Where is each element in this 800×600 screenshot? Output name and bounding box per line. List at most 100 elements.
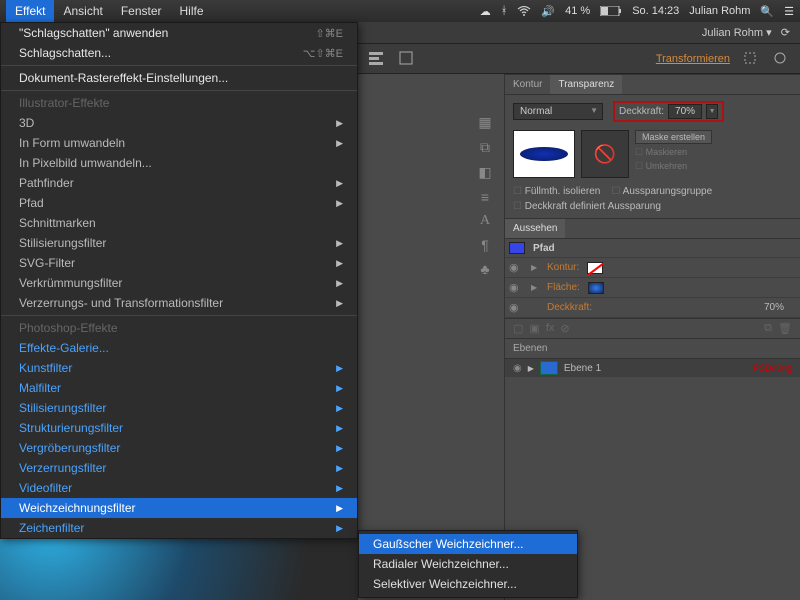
menu-artistic[interactable]: Kunstfilter	[1, 358, 357, 378]
doc-user[interactable]: Julian Rohm	[702, 27, 763, 39]
menu-hilfe[interactable]: Hilfe	[171, 0, 213, 22]
isolate-icon[interactable]	[742, 50, 760, 68]
blend-mode-select[interactable]: Normal	[513, 103, 603, 120]
radial-blur[interactable]: Radialer Weichzeichner...	[359, 554, 577, 574]
clock[interactable]: So. 14:23	[632, 5, 679, 17]
clip-checkbox[interactable]: Maskieren	[635, 147, 712, 158]
menu-effect-gallery-label: Effekte-Galerie...	[19, 341, 109, 355]
sync-icon[interactable]: ⟳	[781, 27, 790, 39]
gaussian-blur[interactable]: Gaußscher Weichzeichner...	[359, 534, 577, 554]
isolate-blend-checkbox[interactable]: Füllmth. isolieren	[513, 186, 600, 197]
appearance-fill-row[interactable]: ◉ ▶ Fläche:	[505, 278, 800, 298]
tab-appearance[interactable]: Aussehen	[505, 219, 565, 238]
raster-settings[interactable]: Dokument-Rastereffekt-Einstellungen...	[1, 68, 357, 88]
add-stroke-icon[interactable]: ▢	[513, 322, 523, 335]
menu-stylize-ps[interactable]: Stilisierungsfilter	[1, 398, 357, 418]
stroke-swatch[interactable]	[587, 262, 603, 274]
palette-icon-type[interactable]: A	[474, 213, 496, 229]
menu-warp[interactable]: Verkrümmungsfilter	[1, 273, 357, 293]
battery-icon[interactable]	[600, 6, 622, 16]
disclosure-icon[interactable]: ▶	[531, 263, 539, 272]
visibility-toggle-icon[interactable]: ◉	[509, 281, 523, 294]
layer-row[interactable]: ◉ ▶ Ebene 1 PSD/King	[505, 358, 800, 377]
visibility-toggle-icon[interactable]: ◉	[509, 301, 523, 314]
menu-stylize-ai[interactable]: Stilisierungsfilter	[1, 233, 357, 253]
opacity-dropdown-icon[interactable]: ▼	[706, 104, 718, 119]
menu-texture[interactable]: Strukturierungsfilter	[1, 418, 357, 438]
layer-visibility-icon[interactable]: ◉	[513, 363, 522, 374]
menu-cropmarks[interactable]: Schnittmarken	[1, 213, 357, 233]
palette-icon-4[interactable]: ≡	[474, 189, 496, 205]
appearance-stroke-row[interactable]: ◉ ▶ Kontur:	[505, 258, 800, 278]
menu-video[interactable]: Videofilter	[1, 478, 357, 498]
shape-icon[interactable]	[398, 50, 416, 68]
make-mask-button[interactable]: Maske erstellen	[635, 130, 712, 144]
raster-settings-label: Dokument-Rastereffekt-Einstellungen...	[19, 71, 228, 85]
last-effect[interactable]: Schlagschatten... ⌥⇧⌘E	[1, 43, 357, 63]
appearance-opacity-value: 70%	[764, 302, 796, 313]
opacity-input[interactable]: 70%	[668, 104, 702, 119]
menu-convert-shape-label: In Form umwandeln	[19, 136, 125, 150]
add-fill-icon[interactable]: ▣	[529, 322, 539, 335]
menu-ansicht[interactable]: Ansicht	[54, 0, 111, 22]
menu-3d[interactable]: 3D	[1, 113, 357, 133]
transform-link[interactable]: Transformieren	[656, 53, 730, 65]
layer-disclosure-icon[interactable]: ▶	[528, 364, 534, 373]
apply-last-effect[interactable]: "Schlagschatten" anwenden ⇧⌘E	[1, 23, 357, 43]
menu-cropmarks-label: Schnittmarken	[19, 216, 96, 230]
menu-pathfinder[interactable]: Pathfinder	[1, 173, 357, 193]
selective-blur[interactable]: Selektiver Weichzeichner...	[359, 574, 577, 594]
menu-distort-ps[interactable]: Verzerrungsfilter	[1, 458, 357, 478]
menu-fenster[interactable]: Fenster	[112, 0, 171, 22]
palette-icon-3[interactable]: ◧	[474, 164, 496, 181]
duplicate-icon[interactable]: ⧉	[764, 322, 772, 335]
menu-sketch[interactable]: Zeichenfilter	[1, 518, 357, 538]
opacity-define-checkbox[interactable]: Deckkraft definiert Aussparung	[513, 201, 661, 212]
apply-last-label: "Schlagschatten" anwenden	[19, 26, 168, 40]
menu-pixelate[interactable]: Vergröberungsfilter	[1, 438, 357, 458]
tab-stroke[interactable]: Kontur	[505, 75, 550, 94]
bluetooth-icon[interactable]: ᚼ	[501, 5, 508, 17]
palette-icon-symbols[interactable]: ♣	[474, 261, 496, 277]
menu-distort-label: Verzerrungs- und Transformationsfilter	[19, 296, 223, 310]
menu-rasterize[interactable]: In Pixelbild umwandeln...	[1, 153, 357, 173]
visibility-toggle-icon[interactable]: ◉	[509, 261, 523, 274]
delete-icon[interactable]: 🗑	[778, 322, 792, 335]
tab-transparency[interactable]: Transparenz	[550, 75, 622, 94]
fill-swatch[interactable]	[588, 282, 604, 294]
menu-brush-label: Malfilter	[19, 381, 61, 395]
appearance-object-row[interactable]: Pfad	[505, 239, 800, 258]
menu-convert-shape[interactable]: In Form umwandeln	[1, 133, 357, 153]
align-icon[interactable]	[368, 50, 386, 68]
menu-brush[interactable]: Malfilter	[1, 378, 357, 398]
menu-effekt[interactable]: Effekt	[6, 0, 54, 22]
menu-blur[interactable]: Weichzeichnungsfilter	[1, 498, 357, 518]
volume-icon[interactable]: 🔊	[541, 5, 555, 18]
clear-icon[interactable]: ⊘	[560, 322, 569, 335]
options-icon[interactable]	[772, 50, 790, 68]
menu-extras-icon[interactable]: ☰	[784, 5, 794, 18]
menubar-user[interactable]: Julian Rohm	[689, 5, 750, 17]
layer-name[interactable]: Ebene 1	[564, 363, 601, 374]
add-effect-icon[interactable]: fx	[546, 322, 555, 335]
menu-path[interactable]: Pfad	[1, 193, 357, 213]
transparency-panel: Kontur Transparenz Normal Deckkraft: 70%…	[505, 74, 800, 218]
object-thumbnail[interactable]	[513, 130, 575, 178]
menu-distort[interactable]: Verzerrungs- und Transformationsfilter	[1, 293, 357, 313]
layer-thumbnail	[540, 361, 558, 375]
appearance-opacity-row[interactable]: ◉ ▶ Deckkraft: 70%	[505, 298, 800, 318]
mask-thumbnail[interactable]: 🚫	[581, 130, 629, 178]
palette-icon-2[interactable]: ⧉	[474, 139, 496, 156]
wifi-icon[interactable]	[517, 6, 531, 16]
tab-layers[interactable]: Ebenen	[505, 338, 800, 358]
spotlight-icon[interactable]: 🔍	[760, 5, 774, 18]
palette-icon-1[interactable]: ▦	[474, 114, 496, 131]
menu-svg-filter[interactable]: SVG-Filter	[1, 253, 357, 273]
palette-icon-para[interactable]: ¶	[474, 237, 496, 253]
knockout-checkbox[interactable]: Aussparungsgruppe	[611, 186, 712, 197]
disclosure-icon[interactable]: ▶	[531, 283, 539, 292]
opacity-control-highlight: Deckkraft: 70% ▼	[613, 101, 724, 122]
cloud-icon[interactable]: ☁	[480, 5, 491, 18]
menu-effect-gallery[interactable]: Effekte-Galerie...	[1, 338, 357, 358]
invert-checkbox[interactable]: Umkehren	[635, 161, 712, 172]
